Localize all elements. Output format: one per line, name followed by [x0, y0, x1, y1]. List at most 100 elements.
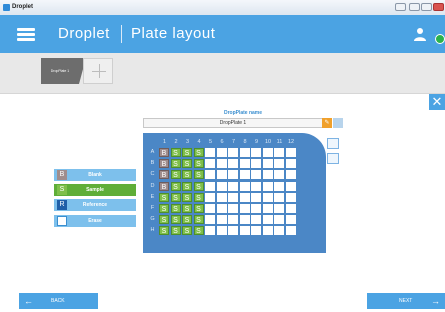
plate-well[interactable]: [228, 159, 238, 169]
column-header[interactable]: 4: [194, 139, 205, 145]
plate-well[interactable]: [239, 159, 250, 169]
column-header[interactable]: 3: [182, 139, 193, 145]
plate-well[interactable]: S: [193, 215, 204, 225]
plate-well[interactable]: S: [170, 148, 181, 157]
plate-well[interactable]: [251, 159, 261, 169]
plate-name-input[interactable]: DropPlate 1: [143, 118, 323, 128]
plate-well[interactable]: [205, 215, 215, 225]
plate-well[interactable]: S: [170, 215, 181, 225]
plate-well[interactable]: [216, 159, 227, 169]
plate-well[interactable]: [274, 148, 284, 157]
column-header[interactable]: 10: [263, 139, 274, 145]
plate-well[interactable]: [274, 215, 284, 225]
plate-well[interactable]: [274, 159, 284, 169]
menu-icon[interactable]: [17, 28, 35, 41]
plate-well[interactable]: [251, 192, 261, 202]
legend-sample-button[interactable]: S Sample: [54, 184, 136, 196]
user-icon[interactable]: [413, 27, 427, 41]
plate-well[interactable]: S: [193, 159, 204, 169]
plate-well[interactable]: [285, 192, 296, 202]
legend-blank-button[interactable]: B Blank: [54, 169, 136, 181]
close-icon[interactable]: ✕: [429, 94, 445, 110]
plate-well[interactable]: S: [159, 204, 169, 213]
plate-well[interactable]: [239, 204, 250, 213]
plate-well[interactable]: [262, 159, 273, 169]
plate-well[interactable]: [205, 204, 215, 213]
plate-well[interactable]: [228, 181, 238, 191]
plate-well[interactable]: [216, 148, 227, 157]
plate-well[interactable]: S: [182, 148, 192, 157]
confirm-name-button[interactable]: [333, 118, 343, 128]
plate-well[interactable]: [216, 226, 227, 236]
plate-well[interactable]: S: [182, 204, 192, 213]
plate-well[interactable]: [285, 159, 296, 169]
restore-button[interactable]: [409, 3, 420, 11]
column-header[interactable]: 9: [251, 139, 262, 145]
plate-well[interactable]: [274, 192, 284, 202]
import-layout-button[interactable]: [327, 138, 339, 149]
plate-well[interactable]: S: [182, 170, 192, 180]
column-header[interactable]: 6: [217, 139, 228, 145]
plate-well[interactable]: [251, 181, 261, 191]
row-header[interactable]: C: [149, 171, 156, 177]
plate-well[interactable]: [285, 170, 296, 180]
plate-well[interactable]: [262, 226, 273, 236]
maximize-button[interactable]: [421, 3, 432, 11]
plate-well[interactable]: [274, 181, 284, 191]
plate-well[interactable]: S: [182, 226, 192, 236]
plate-tab[interactable]: DropPlate 1: [41, 58, 86, 84]
plate-well[interactable]: [216, 170, 227, 180]
plate-well[interactable]: [262, 181, 273, 191]
row-header[interactable]: A: [149, 149, 156, 155]
plate-well[interactable]: S: [193, 181, 204, 191]
plate-well[interactable]: B: [159, 159, 169, 169]
plate-well[interactable]: [251, 226, 261, 236]
plate-well[interactable]: [285, 181, 296, 191]
plate-well[interactable]: S: [182, 192, 192, 202]
plate-well[interactable]: S: [182, 159, 192, 169]
plate-well[interactable]: [239, 170, 250, 180]
plate-well[interactable]: [205, 159, 215, 169]
row-header[interactable]: B: [149, 160, 156, 166]
plate-well[interactable]: [285, 215, 296, 225]
plate-well[interactable]: [228, 204, 238, 213]
plate-well[interactable]: S: [182, 181, 192, 191]
plate-well[interactable]: [262, 204, 273, 213]
plate-well[interactable]: S: [170, 181, 181, 191]
close-window-button[interactable]: [433, 3, 444, 11]
row-header[interactable]: D: [149, 183, 156, 189]
plate-well[interactable]: [216, 215, 227, 225]
plate-well[interactable]: S: [170, 159, 181, 169]
plate-well[interactable]: [239, 226, 250, 236]
plate-well[interactable]: [205, 226, 215, 236]
plate-well[interactable]: B: [159, 170, 169, 180]
plate-well[interactable]: [262, 192, 273, 202]
plate-well[interactable]: [216, 204, 227, 213]
column-header[interactable]: 1: [159, 139, 170, 145]
plate-well[interactable]: S: [170, 192, 181, 202]
plate-well[interactable]: [274, 226, 284, 236]
plate-well[interactable]: [205, 181, 215, 191]
plate-well[interactable]: [262, 170, 273, 180]
plate-well[interactable]: [228, 215, 238, 225]
column-header[interactable]: 2: [171, 139, 182, 145]
plate-well[interactable]: S: [182, 215, 192, 225]
plate-well[interactable]: [251, 215, 261, 225]
edit-name-button[interactable]: ✎: [322, 118, 332, 128]
plate-well[interactable]: S: [159, 192, 169, 202]
plate-well[interactable]: S: [193, 204, 204, 213]
plate-well[interactable]: [239, 192, 250, 202]
plate-well[interactable]: [262, 215, 273, 225]
plate-well[interactable]: B: [159, 148, 169, 157]
plate-well[interactable]: [239, 215, 250, 225]
row-header[interactable]: F: [149, 205, 156, 211]
row-header[interactable]: E: [149, 194, 156, 200]
plate-well[interactable]: S: [193, 170, 204, 180]
legend-reference-button[interactable]: R Reference: [54, 199, 136, 211]
plate-well[interactable]: S: [170, 204, 181, 213]
plate-well[interactable]: [216, 192, 227, 202]
plate-well[interactable]: S: [193, 148, 204, 157]
plate-well[interactable]: S: [170, 226, 181, 236]
plate-well[interactable]: [228, 226, 238, 236]
row-header[interactable]: H: [149, 227, 156, 233]
